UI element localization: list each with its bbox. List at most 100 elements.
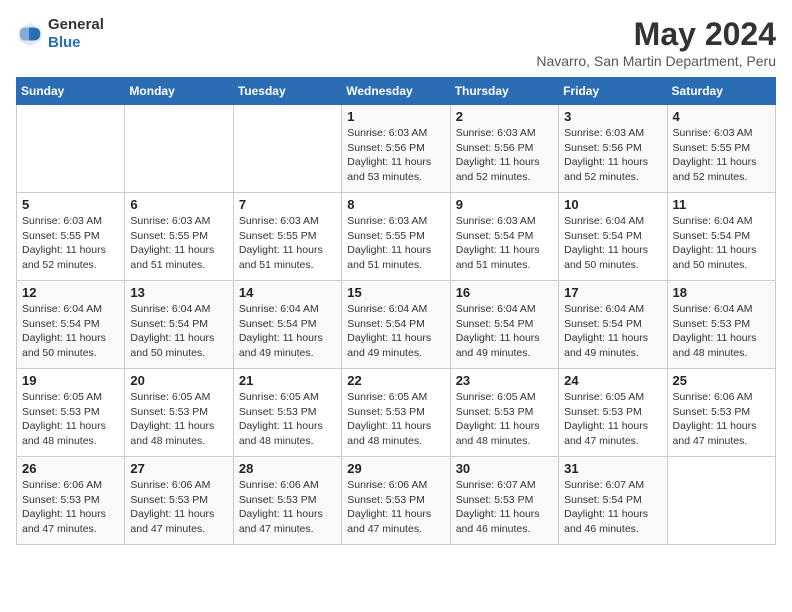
day-number: 24 — [564, 373, 661, 388]
header-saturday: Saturday — [667, 78, 775, 105]
day-info: Sunrise: 6:04 AM Sunset: 5:54 PM Dayligh… — [347, 302, 444, 361]
calendar-cell — [667, 457, 775, 545]
calendar-cell: 17Sunrise: 6:04 AM Sunset: 5:54 PM Dayli… — [559, 281, 667, 369]
calendar-cell: 1Sunrise: 6:03 AM Sunset: 5:56 PM Daylig… — [342, 105, 450, 193]
calendar-cell: 26Sunrise: 6:06 AM Sunset: 5:53 PM Dayli… — [17, 457, 125, 545]
calendar-cell — [233, 105, 341, 193]
calendar-cell: 9 Sunrise: 6:03 AM Sunset: 5:54 PM Daylig… — [450, 193, 558, 281]
day-info: Sunrise: 6:03 AM Sunset: 5:54 PM Dayligh… — [456, 214, 553, 273]
day-info: Sunrise: 6:04 AM Sunset: 5:54 PM Dayligh… — [22, 302, 119, 361]
day-info: Sunrise: 6:03 AM Sunset: 5:55 PM Dayligh… — [130, 214, 227, 273]
day-number: 20 — [130, 373, 227, 388]
day-number: 22 — [347, 373, 444, 388]
day-number: 4 — [673, 109, 770, 124]
calendar-cell: 4 Sunrise: 6:03 AM Sunset: 5:55 PM Daylig… — [667, 105, 775, 193]
day-number: 6 — [130, 197, 227, 212]
day-number: 25 — [673, 373, 770, 388]
day-number: 16 — [456, 285, 553, 300]
day-number: 10 — [564, 197, 661, 212]
logo-icon — [16, 20, 44, 48]
calendar-cell: 3Sunrise: 6:03 AM Sunset: 5:56 PM Daylig… — [559, 105, 667, 193]
day-info: Sunrise: 6:07 AM Sunset: 5:54 PM Dayligh… — [564, 478, 661, 537]
day-number: 21 — [239, 373, 336, 388]
day-number: 18 — [673, 285, 770, 300]
day-number: 28 — [239, 461, 336, 476]
calendar-cell: 23 Sunrise: 6:05 AM Sunset: 5:53 PM Dayli… — [450, 369, 558, 457]
calendar-cell: 24 Sunrise: 6:05 AM Sunset: 5:53 PM Dayli… — [559, 369, 667, 457]
day-info: Sunrise: 6:07 AM Sunset: 5:53 PM Dayligh… — [456, 478, 553, 537]
week-row-3: 12 Sunrise: 6:04 AM Sunset: 5:54 PM Dayli… — [17, 281, 776, 369]
day-info: Sunrise: 6:06 AM Sunset: 5:53 PM Dayligh… — [673, 390, 770, 449]
calendar-cell: 13 Sunrise: 6:04 AM Sunset: 5:54 PM Dayli… — [125, 281, 233, 369]
calendar-cell: 27Sunrise: 6:06 AM Sunset: 5:53 PM Dayli… — [125, 457, 233, 545]
day-number: 31 — [564, 461, 661, 476]
day-info: Sunrise: 6:03 AM Sunset: 5:56 PM Dayligh… — [456, 126, 553, 185]
calendar-body: 1Sunrise: 6:03 AM Sunset: 5:56 PM Daylig… — [17, 105, 776, 545]
calendar-header: SundayMondayTuesdayWednesdayThursdayFrid… — [17, 78, 776, 105]
header-tuesday: Tuesday — [233, 78, 341, 105]
day-info: Sunrise: 6:05 AM Sunset: 5:53 PM Dayligh… — [456, 390, 553, 449]
day-info: Sunrise: 6:04 AM Sunset: 5:54 PM Dayligh… — [239, 302, 336, 361]
day-info: Sunrise: 6:03 AM Sunset: 5:55 PM Dayligh… — [22, 214, 119, 273]
header-friday: Friday — [559, 78, 667, 105]
calendar-cell: 5 Sunrise: 6:03 AM Sunset: 5:55 PM Daylig… — [17, 193, 125, 281]
calendar-cell: 7 Sunrise: 6:03 AM Sunset: 5:55 PM Daylig… — [233, 193, 341, 281]
header-sunday: Sunday — [17, 78, 125, 105]
day-number: 3 — [564, 109, 661, 124]
day-info: Sunrise: 6:03 AM Sunset: 5:55 PM Dayligh… — [239, 214, 336, 273]
calendar-cell: 12 Sunrise: 6:04 AM Sunset: 5:54 PM Dayli… — [17, 281, 125, 369]
day-info: Sunrise: 6:03 AM Sunset: 5:55 PM Dayligh… — [673, 126, 770, 185]
calendar-cell: 11Sunrise: 6:04 AM Sunset: 5:54 PM Dayli… — [667, 193, 775, 281]
day-info: Sunrise: 6:03 AM Sunset: 5:56 PM Dayligh… — [347, 126, 444, 185]
day-info: Sunrise: 6:03 AM Sunset: 5:55 PM Dayligh… — [347, 214, 444, 273]
day-info: Sunrise: 6:05 AM Sunset: 5:53 PM Dayligh… — [564, 390, 661, 449]
day-info: Sunrise: 6:04 AM Sunset: 5:54 PM Dayligh… — [564, 214, 661, 273]
day-number: 29 — [347, 461, 444, 476]
calendar-cell: 29 Sunrise: 6:06 AM Sunset: 5:53 PM Dayli… — [342, 457, 450, 545]
header-monday: Monday — [125, 78, 233, 105]
day-info: Sunrise: 6:05 AM Sunset: 5:53 PM Dayligh… — [22, 390, 119, 449]
calendar-cell: 18 Sunrise: 6:04 AM Sunset: 5:53 PM Dayli… — [667, 281, 775, 369]
day-info: Sunrise: 6:05 AM Sunset: 5:53 PM Dayligh… — [347, 390, 444, 449]
day-number: 5 — [22, 197, 119, 212]
day-number: 11 — [673, 197, 770, 212]
calendar-cell: 22 Sunrise: 6:05 AM Sunset: 5:53 PM Dayli… — [342, 369, 450, 457]
day-number: 19 — [22, 373, 119, 388]
day-number: 2 — [456, 109, 553, 124]
day-number: 17 — [564, 285, 661, 300]
day-number: 15 — [347, 285, 444, 300]
calendar-cell: 31 Sunrise: 6:07 AM Sunset: 5:54 PM Dayli… — [559, 457, 667, 545]
calendar-cell: 16 Sunrise: 6:04 AM Sunset: 5:54 PM Dayli… — [450, 281, 558, 369]
day-number: 13 — [130, 285, 227, 300]
header-row: SundayMondayTuesdayWednesdayThursdayFrid… — [17, 78, 776, 105]
day-number: 14 — [239, 285, 336, 300]
logo-blue: Blue — [48, 34, 81, 51]
calendar-cell: 15 Sunrise: 6:04 AM Sunset: 5:54 PM Dayli… — [342, 281, 450, 369]
day-number: 9 — [456, 197, 553, 212]
week-row-2: 5 Sunrise: 6:03 AM Sunset: 5:55 PM Daylig… — [17, 193, 776, 281]
day-number: 7 — [239, 197, 336, 212]
day-number: 23 — [456, 373, 553, 388]
day-info: Sunrise: 6:06 AM Sunset: 5:53 PM Dayligh… — [130, 478, 227, 537]
calendar-cell: 30 Sunrise: 6:07 AM Sunset: 5:53 PM Dayli… — [450, 457, 558, 545]
calendar-cell — [17, 105, 125, 193]
month-year: May 2024 — [536, 16, 776, 53]
logo: General Blue — [16, 16, 104, 52]
calendar-cell: 14 Sunrise: 6:04 AM Sunset: 5:54 PM Dayli… — [233, 281, 341, 369]
day-info: Sunrise: 6:05 AM Sunset: 5:53 PM Dayligh… — [130, 390, 227, 449]
day-info: Sunrise: 6:06 AM Sunset: 5:53 PM Dayligh… — [239, 478, 336, 537]
day-info: Sunrise: 6:06 AM Sunset: 5:53 PM Dayligh… — [347, 478, 444, 537]
day-info: Sunrise: 6:04 AM Sunset: 5:54 PM Dayligh… — [130, 302, 227, 361]
calendar-cell: 20 Sunrise: 6:05 AM Sunset: 5:53 PM Dayli… — [125, 369, 233, 457]
title-block: May 2024 Navarro, San Martin Department,… — [536, 16, 776, 69]
logo-general: General — [48, 16, 104, 33]
week-row-5: 26Sunrise: 6:06 AM Sunset: 5:53 PM Dayli… — [17, 457, 776, 545]
location: Navarro, San Martin Department, Peru — [536, 53, 776, 69]
day-info: Sunrise: 6:06 AM Sunset: 5:53 PM Dayligh… — [22, 478, 119, 537]
day-number: 30 — [456, 461, 553, 476]
day-number: 12 — [22, 285, 119, 300]
day-info: Sunrise: 6:04 AM Sunset: 5:54 PM Dayligh… — [456, 302, 553, 361]
page-header: General Blue May 2024 Navarro, San Marti… — [16, 16, 776, 69]
day-info: Sunrise: 6:04 AM Sunset: 5:53 PM Dayligh… — [673, 302, 770, 361]
calendar-cell: 10 Sunrise: 6:04 AM Sunset: 5:54 PM Dayli… — [559, 193, 667, 281]
